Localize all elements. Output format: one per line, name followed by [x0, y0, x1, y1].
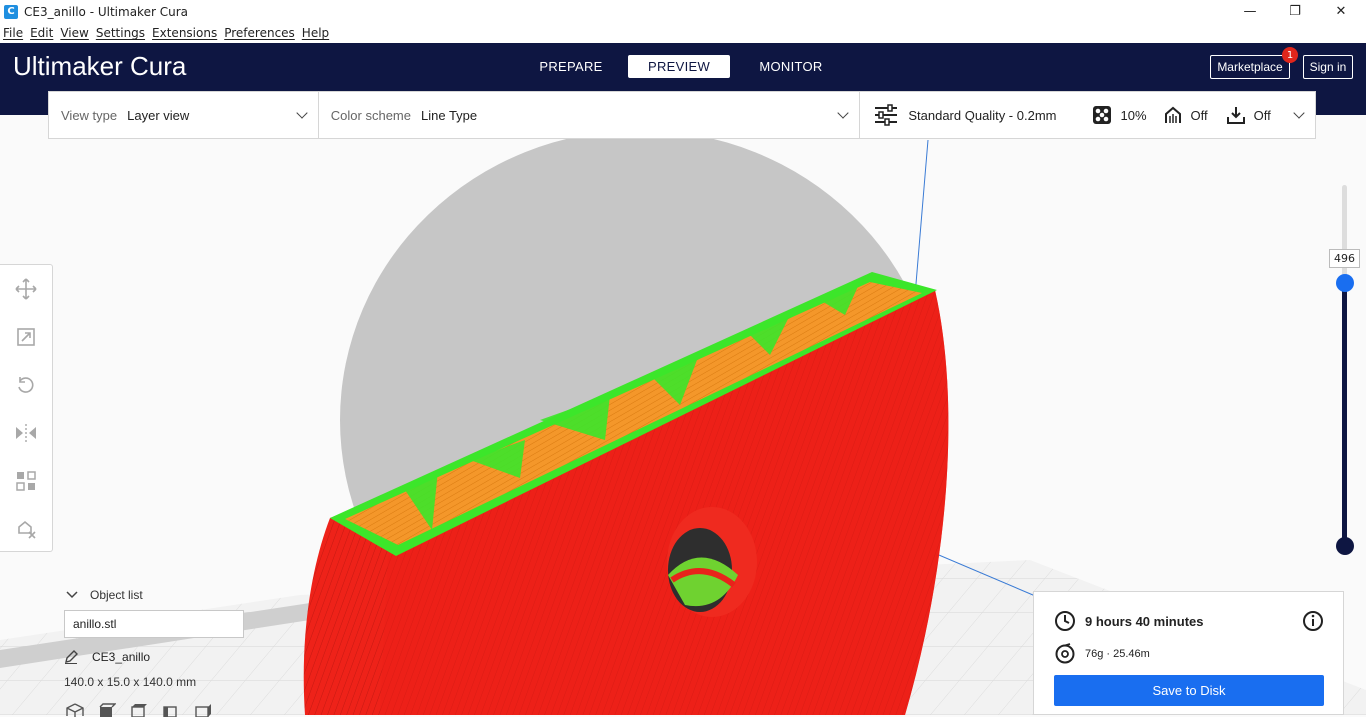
menu-preferences[interactable]: Preferences	[224, 26, 295, 40]
mirror-tool[interactable]	[14, 421, 38, 445]
object-list-item[interactable]: anillo.stl	[64, 610, 244, 638]
minimize-button[interactable]: —	[1227, 0, 1273, 23]
per-model-settings-icon	[16, 471, 36, 491]
support-blocker-tool[interactable]	[14, 517, 38, 541]
view-type-value: Layer view	[127, 107, 190, 123]
view-toolbar: View type Layer view Color scheme Line T…	[48, 91, 1316, 139]
close-button[interactable]: ✕	[1318, 0, 1364, 23]
maximize-button[interactable]: ❐	[1272, 0, 1318, 23]
tab-monitor[interactable]: MONITOR	[748, 55, 834, 78]
print-time-row: 9 hours 40 minutes	[1054, 610, 1203, 632]
quality-profile: Standard Quality - 0.2mm	[908, 107, 1057, 123]
move-icon	[15, 278, 37, 300]
window-titlebar: C CE3_anillo - Ultimaker Cura — ❐ ✕	[0, 0, 1366, 23]
menu-view[interactable]: View	[60, 26, 88, 40]
support-blocker-icon	[18, 520, 36, 539]
scale-icon	[17, 328, 35, 346]
print-info-panel: 9 hours 40 minutes 76g · 25.46m Save to …	[1033, 591, 1344, 715]
layer-slider-lower-handle[interactable]	[1336, 537, 1354, 555]
layer-slider-upper-handle[interactable]	[1336, 274, 1354, 292]
view-type-dropdown[interactable]: View type Layer view	[49, 92, 319, 138]
clock-icon	[1055, 611, 1075, 631]
rotate-tool[interactable]	[14, 373, 38, 397]
rotate-icon	[18, 377, 34, 393]
move-tool[interactable]	[14, 277, 38, 301]
brand-light: Cura	[130, 51, 187, 81]
mirror-icon	[16, 424, 36, 442]
chevron-down-icon	[296, 107, 308, 119]
material-usage-row: 76g · 25.46m	[1054, 643, 1150, 665]
tab-prepare[interactable]: PREPARE	[530, 55, 612, 78]
support-value: Off	[1190, 107, 1208, 123]
scale-tool[interactable]	[14, 325, 38, 349]
color-scheme-value: Line Type	[420, 107, 478, 123]
per-model-settings-tool[interactable]	[14, 469, 38, 493]
print-time: 9 hours 40 minutes	[1085, 613, 1204, 629]
object-list-panel: Object list	[62, 588, 262, 602]
window-title: CE3_anillo - Ultimaker Cura	[24, 4, 188, 19]
menu-file[interactable]: File	[3, 26, 23, 40]
pencil-icon	[65, 650, 78, 664]
menu-edit[interactable]: Edit	[30, 26, 53, 40]
layer-slider-range	[1342, 283, 1347, 547]
support-icon	[1164, 106, 1181, 123]
tab-preview[interactable]: PREVIEW	[628, 55, 730, 78]
info-icon[interactable]	[1302, 610, 1324, 632]
adhesion-icon	[1226, 107, 1245, 124]
infill-icon	[1093, 106, 1112, 124]
brand-logo: Ultimaker Cura	[13, 51, 186, 82]
menu-bar: File Edit View Settings Extensions Prefe…	[0, 23, 1366, 43]
menu-extensions[interactable]: Extensions	[152, 26, 217, 40]
menu-help[interactable]: Help	[302, 26, 329, 40]
filament-spool-icon	[1055, 643, 1075, 664]
chevron-down-icon	[837, 107, 850, 119]
print-settings-selector[interactable]: Standard Quality - 0.2mm 10% Off Off	[860, 92, 1315, 138]
sign-in-button[interactable]: Sign in	[1303, 55, 1353, 79]
object-list-header: Object list	[90, 588, 143, 602]
tool-panel	[0, 264, 53, 552]
object-dimensions: 140.0 x 15.0 x 140.0 mm	[64, 675, 197, 689]
material-usage: 76g · 25.46m	[1085, 648, 1150, 660]
infill-value: 10%	[1120, 107, 1147, 123]
chevron-down-icon	[66, 591, 78, 599]
chevron-down-icon	[1293, 107, 1305, 119]
marketplace-button[interactable]: Marketplace	[1210, 55, 1290, 79]
color-scheme-dropdown[interactable]: Color scheme Line Type	[319, 92, 861, 138]
cura-app-icon: C	[4, 4, 18, 19]
brand-bold: Ultimaker	[13, 51, 123, 81]
current-layer-input[interactable]: 496	[1329, 249, 1360, 268]
view-type-label: View type	[61, 107, 118, 123]
object-name: CE3_anillo	[92, 650, 151, 664]
adhesion-value: Off	[1253, 107, 1271, 123]
color-scheme-label: Color scheme	[330, 107, 411, 123]
object-list-toggle[interactable]: Object list	[62, 588, 262, 602]
object-name-field[interactable]: CE3_anillo	[64, 650, 150, 664]
save-to-disk-button[interactable]: Save to Disk	[1054, 675, 1324, 706]
settings-sliders-icon	[875, 104, 898, 126]
menu-settings[interactable]: Settings	[96, 26, 145, 40]
marketplace-badge: 1	[1282, 47, 1298, 63]
